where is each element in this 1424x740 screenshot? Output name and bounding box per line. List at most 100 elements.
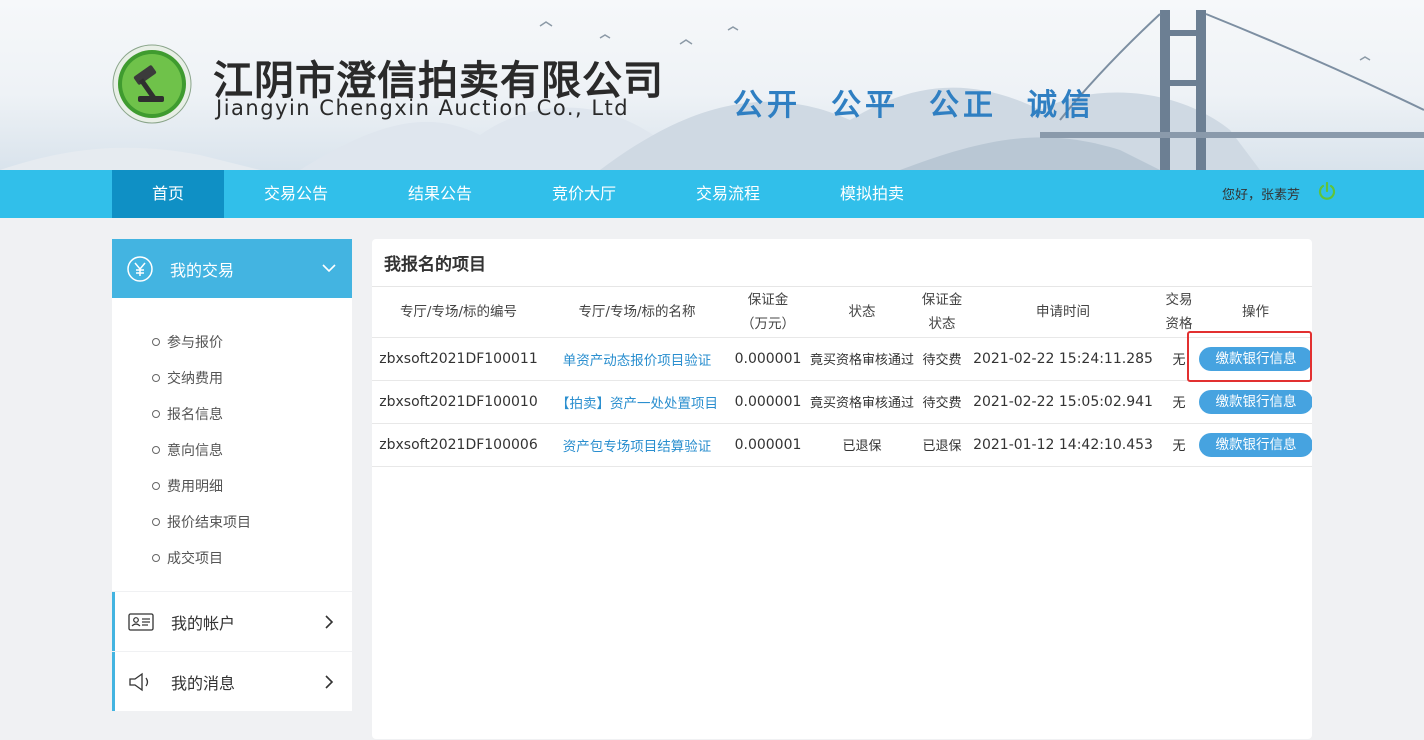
cell-name-link[interactable]: 资产包专场项目结算验证 [545, 423, 729, 467]
slogan-word: 诚信 [1027, 88, 1095, 123]
cell-deposit-status: 待交费 [917, 380, 967, 424]
col-header-name: 专厅/专场/标的名称 [545, 287, 729, 338]
sidebar-section-my-messages[interactable]: 我的消息 [112, 652, 352, 711]
cell-deposit-status: 已退保 [917, 423, 967, 467]
sidebar-section-my-account[interactable]: 我的帐户 [112, 592, 352, 651]
speaker-icon [129, 672, 149, 691]
bullet-icon [152, 482, 160, 490]
cell-deposit: 0.000001 [729, 380, 807, 424]
sidebar-item-label: 参与报价 [167, 335, 223, 351]
table-row: zbxsoft2021DF100011 单资产动态报价项目验证 0.000001… [372, 337, 1312, 381]
col-header-action: 操作 [1199, 287, 1312, 338]
col-header-deposit-status-line1: 保证金 [921, 291, 963, 308]
cell-action: 缴款银行信息 [1199, 423, 1312, 467]
bullet-icon [152, 554, 160, 562]
nav-item-trade-process[interactable]: 交易流程 [656, 170, 800, 218]
sidebar-item-label: 成交项目 [167, 551, 223, 567]
cell-action: 缴款银行信息 [1199, 380, 1312, 424]
sidebar-item-label: 意向信息 [167, 443, 223, 459]
col-header-deposit-status: 保证金 状态 [917, 287, 967, 338]
col-header-qualification-line1: 交易 [1165, 291, 1193, 308]
bullet-icon [152, 410, 160, 418]
chevron-right-icon [325, 615, 334, 629]
bullet-icon [152, 446, 160, 454]
cell-deposit-status: 待交费 [917, 337, 967, 381]
slogan: 公开 公平 公正 诚信 [733, 80, 1095, 124]
cell-name-link[interactable]: 【拍卖】资产一处处置项目 [545, 380, 729, 424]
cell-qualification: 无 [1159, 423, 1199, 467]
sidebar-item-registration[interactable]: 报名信息 [112, 396, 352, 432]
nav-item-result-notice[interactable]: 结果公告 [368, 170, 512, 218]
col-header-qualification-line2: 资格 [1165, 315, 1193, 332]
slogan-word: 公正 [929, 88, 997, 123]
sidebar-item-intent[interactable]: 意向信息 [112, 432, 352, 468]
bullet-icon [152, 518, 160, 526]
header-banner: 江阴市澄信拍卖有限公司 Jiangyin Chengxin Auction Co… [0, 0, 1424, 170]
cell-name-link[interactable]: 单资产动态报价项目验证 [545, 337, 729, 381]
sidebar-item-ended-projects[interactable]: 报价结束项目 [112, 504, 352, 540]
table-header-row: 专厅/专场/标的编号 专厅/专场/标的名称 保证金 （万元） 状态 保证金 状态 申… [372, 287, 1312, 338]
cell-qualification: 无 [1159, 337, 1199, 381]
registered-projects-panel: 我报名的项目 专厅/专场/标的编号 专厅/专场/标的名称 保证金 （万元） 状态 … [372, 239, 1312, 739]
chevron-down-icon [322, 264, 336, 273]
cell-code: zbxsoft2021DF100010 [372, 380, 545, 424]
sidebar-item-label: 报价结束项目 [167, 515, 251, 531]
power-icon[interactable] [1317, 181, 1337, 201]
col-header-code: 专厅/专场/标的编号 [372, 287, 545, 338]
user-greeting: 您好，张素芳 [1222, 188, 1301, 203]
sidebar-item-label: 交纳费用 [167, 371, 223, 387]
col-header-deposit-line1: 保证金 [747, 291, 789, 308]
nav-item-mock-auction[interactable]: 模拟拍卖 [800, 170, 944, 218]
table-row: zbxsoft2021DF100006 资产包专场项目结算验证 0.000001… [372, 423, 1312, 467]
sidebar-item-fee-details[interactable]: 费用明细 [112, 468, 352, 504]
col-header-qualification: 交易 资格 [1159, 287, 1199, 338]
bullet-icon [152, 374, 160, 382]
panel-title: 我报名的项目 [372, 239, 1312, 287]
cell-status: 竟买资格审核通过 [807, 337, 917, 381]
cell-apply-time: 2021-01-12 14:42:10.453 [967, 423, 1159, 467]
sidebar-item-deal-projects[interactable]: 成交项目 [112, 540, 352, 576]
nav-menu: 首页 交易公告 结果公告 竞价大厅 交易流程 模拟拍卖 [112, 170, 944, 218]
yen-circle-icon [127, 255, 153, 282]
bullet-icon [152, 338, 160, 346]
slogan-word: 公平 [831, 88, 899, 123]
bank-payment-info-button[interactable]: 缴款银行信息 [1199, 389, 1312, 414]
cell-deposit: 0.000001 [729, 337, 807, 381]
col-header-apply-time: 申请时间 [967, 287, 1159, 338]
col-header-deposit-line2: （万元） [741, 315, 795, 332]
cell-status: 已退保 [807, 423, 917, 467]
nav-item-trade-notice[interactable]: 交易公告 [224, 170, 368, 218]
col-header-deposit-status-line2: 状态 [928, 315, 956, 332]
cell-action: 缴款银行信息 [1199, 337, 1312, 381]
nav-item-bidding-hall[interactable]: 竞价大厅 [512, 170, 656, 218]
table-row: zbxsoft2021DF100010 【拍卖】资产一处处置项目 0.00000… [372, 380, 1312, 424]
sidebar-section-label: 我的消息 [171, 673, 236, 693]
cell-qualification: 无 [1159, 380, 1199, 424]
slogan-word: 公开 [733, 88, 801, 123]
cell-deposit: 0.000001 [729, 423, 807, 467]
sidebar-item-label: 报名信息 [167, 407, 223, 423]
col-header-deposit: 保证金 （万元） [729, 287, 807, 338]
projects-table: 专厅/专场/标的编号 专厅/专场/标的名称 保证金 （万元） 状态 保证金 状态 申… [372, 287, 1312, 467]
chevron-right-icon [325, 675, 334, 689]
cell-status: 竟买资格审核通过 [807, 380, 917, 424]
auction-gavel-logo [112, 44, 192, 124]
bank-payment-info-button[interactable]: 缴款银行信息 [1199, 346, 1312, 371]
nav-item-home[interactable]: 首页 [112, 170, 224, 218]
cell-apply-time: 2021-02-22 15:05:02.941 [967, 380, 1159, 424]
sidebar-sub-list: 参与报价 交纳费用 报名信息 意向信息 费用明细 报价结束项目 成交项目 [112, 298, 352, 591]
cell-apply-time: 2021-02-22 15:24:11.285 [967, 337, 1159, 381]
sidebar-item-bid[interactable]: 参与报价 [112, 324, 352, 360]
sidebar-item-pay-fees[interactable]: 交纳费用 [112, 360, 352, 396]
company-name-en: Jiangyin Chengxin Auction Co., Ltd [216, 96, 630, 120]
bank-payment-info-button[interactable]: 缴款银行信息 [1199, 432, 1312, 457]
sidebar-section-label: 我的交易 [170, 260, 235, 280]
cell-code: zbxsoft2021DF100011 [372, 337, 545, 381]
col-header-status: 状态 [807, 287, 917, 338]
sidebar-section-label: 我的帐户 [171, 613, 236, 633]
sidebar-section-my-trade[interactable]: 我的交易 [112, 239, 352, 298]
sidebar-item-label: 费用明细 [167, 479, 223, 495]
sidebar: 我的交易 参与报价 交纳费用 报名信息 意向信息 费用明细 报价结束项目 成交项… [112, 239, 352, 711]
main-navbar: 首页 交易公告 结果公告 竞价大厅 交易流程 模拟拍卖 您好，张素芳 [0, 170, 1424, 218]
id-card-icon [128, 612, 154, 631]
